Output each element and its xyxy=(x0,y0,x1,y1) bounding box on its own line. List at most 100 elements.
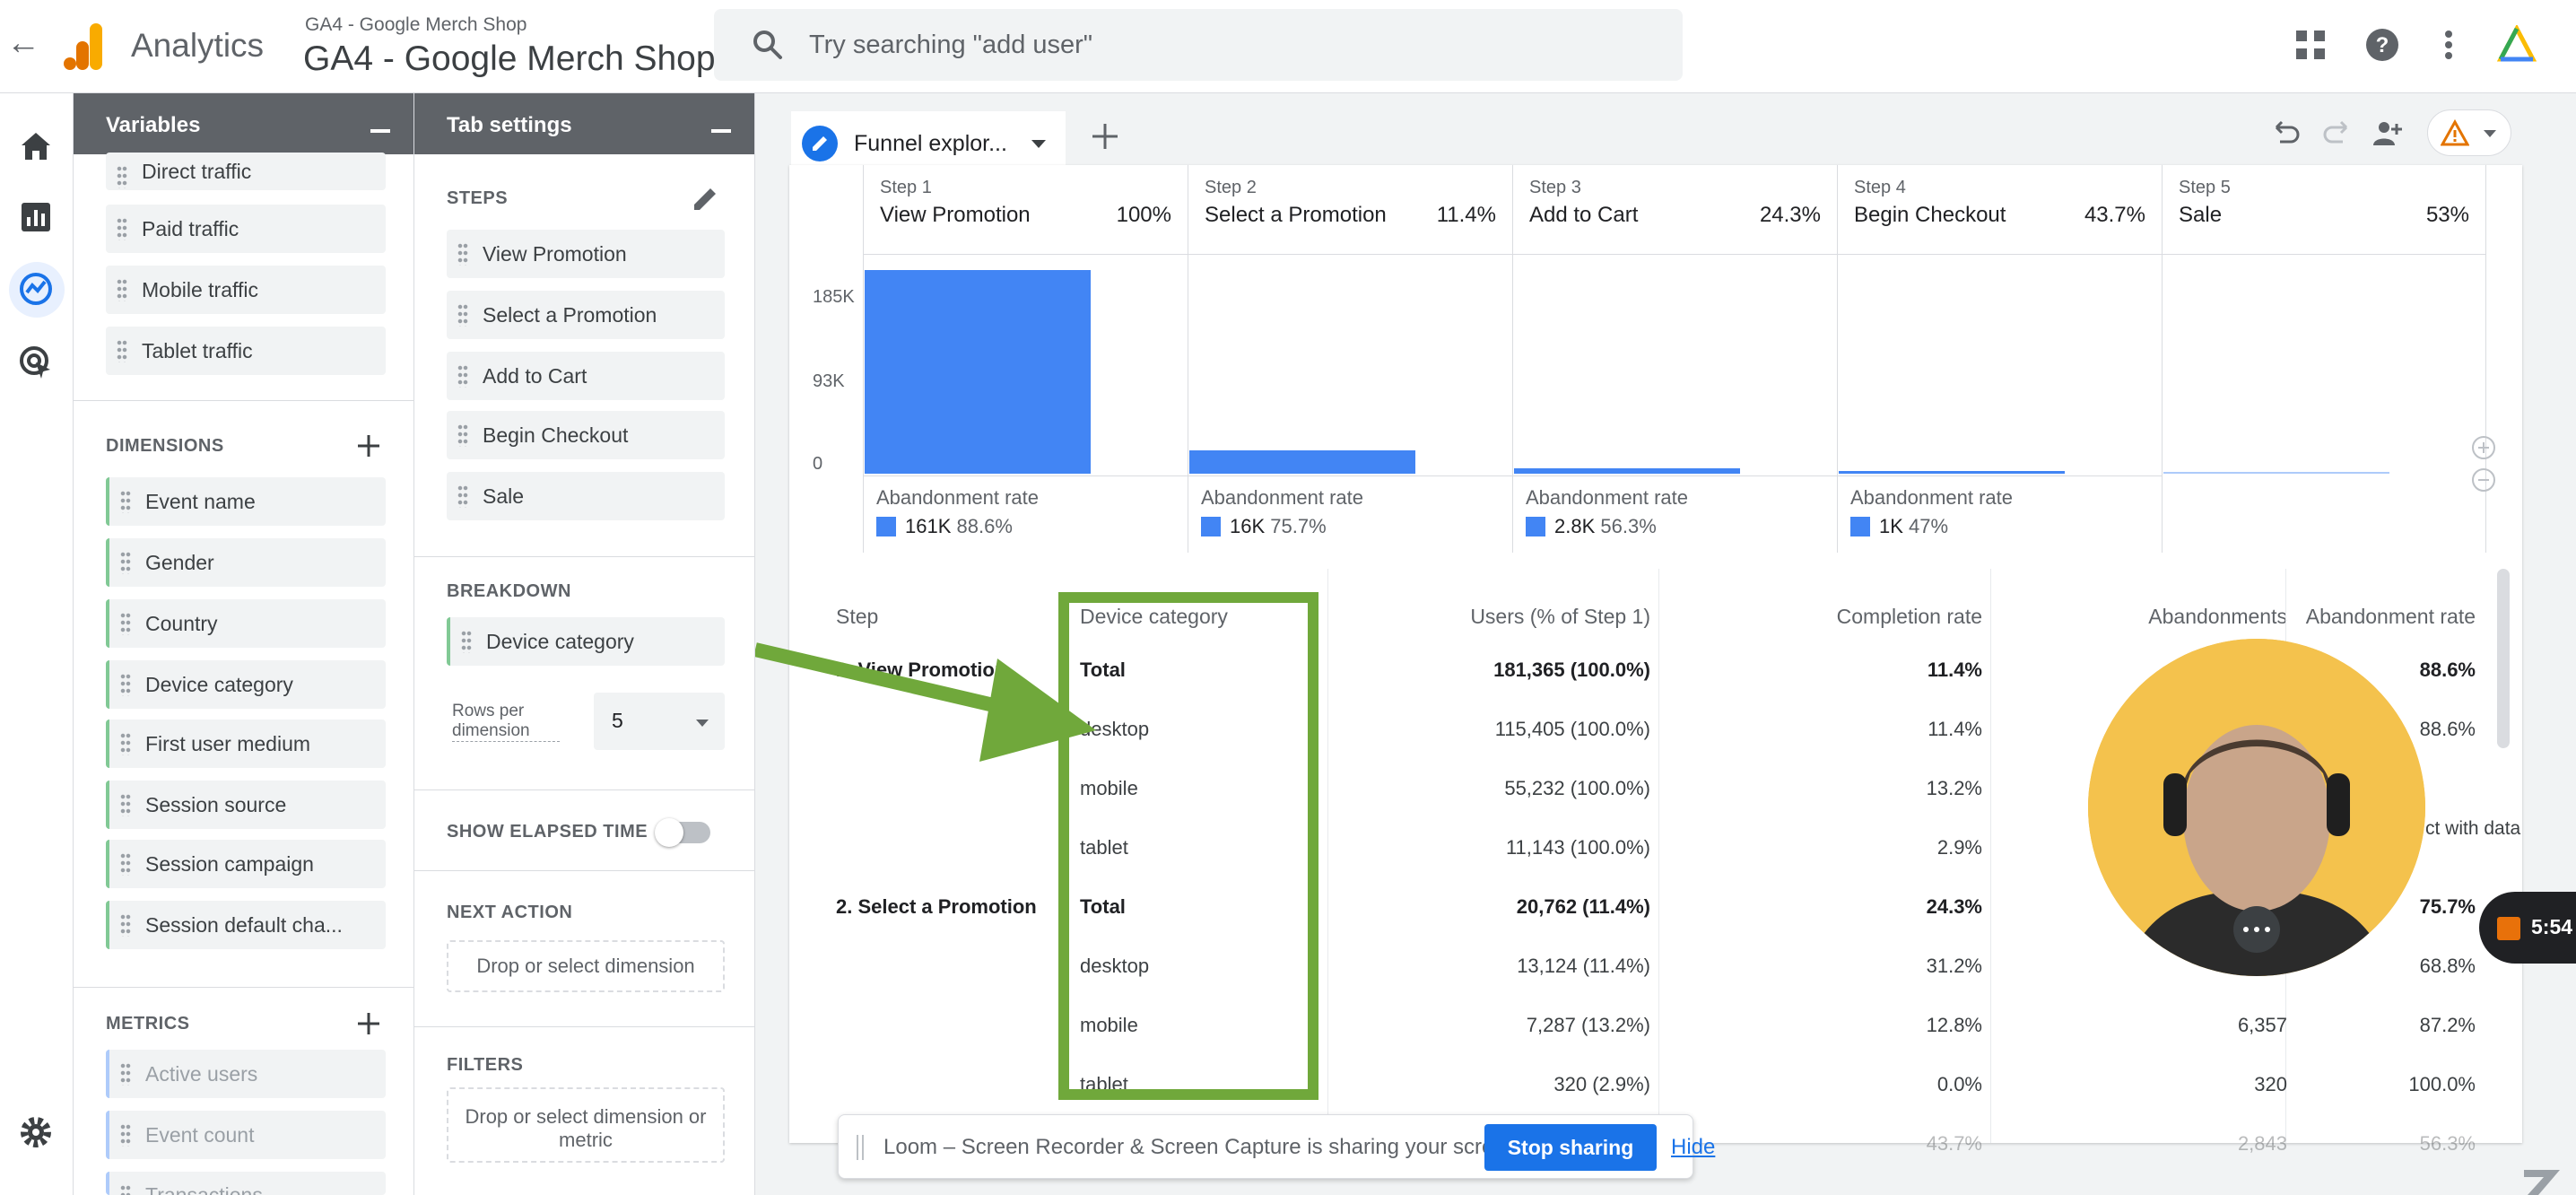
dimension-chip[interactable]: Session campaign xyxy=(106,840,386,888)
drag-handle-icon[interactable] xyxy=(457,484,468,508)
collapse-variables-icon[interactable] xyxy=(370,129,390,133)
drag-handle-icon[interactable] xyxy=(120,732,131,755)
abandonment-value[interactable]: 2.8K 56.3% xyxy=(1526,515,1657,538)
zoom-out-icon[interactable] xyxy=(2470,467,2497,493)
zoom-in-icon[interactable] xyxy=(2470,434,2497,461)
abandonment-value[interactable]: 16K 75.7% xyxy=(1201,515,1327,538)
next-action-dropzone[interactable]: Drop or select dimension xyxy=(447,940,725,992)
drag-handle-icon[interactable] xyxy=(120,1062,131,1086)
search-input[interactable] xyxy=(809,9,1616,81)
edit-tab-icon[interactable] xyxy=(802,126,838,161)
add-dimension-icon[interactable] xyxy=(355,432,382,459)
segment-chip[interactable]: Tablet traffic xyxy=(106,327,386,375)
table-scrollbar[interactable] xyxy=(2497,569,2510,748)
step-chip[interactable]: Add to Cart xyxy=(447,352,725,400)
dimension-chip[interactable]: First user medium xyxy=(106,720,386,768)
funnel-step-2[interactable]: Step 2 Select a Promotion 11.4% Abandonment… xyxy=(1188,165,1512,553)
drag-handle-icon[interactable] xyxy=(457,303,468,327)
funnel-step-5[interactable]: Step 5 Sale 53% xyxy=(2162,165,2486,553)
property-name[interactable]: GA4 - Google Merch Shop xyxy=(303,39,716,79)
funnel-bar[interactable] xyxy=(1514,468,1740,474)
hide-link[interactable]: Hide xyxy=(1671,1135,1715,1160)
recording-timer[interactable]: 5:54 xyxy=(2479,892,2576,964)
abandonment-value[interactable]: 161K 88.6% xyxy=(876,515,1013,538)
dimension-chip[interactable]: Country xyxy=(106,599,386,648)
funnel-bar[interactable] xyxy=(1839,471,2065,474)
rows-per-dimension-select[interactable]: 5 xyxy=(594,693,725,750)
step-chip[interactable]: View Promotion xyxy=(447,230,725,278)
segment-chip[interactable]: Paid traffic xyxy=(106,205,386,253)
drag-handle-icon[interactable] xyxy=(857,1135,864,1160)
step-chip[interactable]: Begin Checkout xyxy=(447,411,725,459)
column-header-completion-rate[interactable]: Completion rate xyxy=(1695,605,1982,629)
metric-chip[interactable]: Event count xyxy=(106,1111,386,1159)
more-vert-icon[interactable] xyxy=(2429,25,2468,65)
drag-handle-icon[interactable] xyxy=(117,278,127,301)
column-header-abandonment-rate[interactable]: Abandonment rate xyxy=(2296,605,2476,629)
account-breadcrumb[interactable]: GA4 - Google Merch Shop xyxy=(305,14,527,36)
segment-chip[interactable]: Mobile traffic xyxy=(106,266,386,314)
dimension-chip[interactable]: Session default cha... xyxy=(106,901,386,949)
column-header-abandonments[interactable]: Abandonments xyxy=(1991,605,2287,629)
edit-pencil-icon[interactable] xyxy=(689,183,721,215)
funnel-step-1[interactable]: Step 1 View Promotion 100% Abandonment rate… xyxy=(863,165,1188,553)
advertising-icon[interactable] xyxy=(16,343,56,382)
collapse-tab-settings-icon[interactable] xyxy=(711,129,731,133)
share-users-icon[interactable] xyxy=(2370,115,2406,151)
drag-handle-icon[interactable] xyxy=(117,165,127,188)
drag-handle-icon[interactable] xyxy=(457,242,468,266)
funnel-bar[interactable] xyxy=(865,270,1091,474)
dimension-chip[interactable]: Gender xyxy=(106,538,386,587)
drag-handle-icon[interactable] xyxy=(120,852,131,876)
dimension-chip[interactable]: Session source xyxy=(106,781,386,829)
drag-handle-icon[interactable] xyxy=(117,339,127,362)
stop-sharing-button[interactable]: Stop sharing xyxy=(1484,1124,1657,1171)
drag-handle-icon[interactable] xyxy=(461,630,472,653)
step-chip[interactable]: Select a Promotion xyxy=(447,291,725,339)
drag-handle-icon[interactable] xyxy=(120,1184,131,1195)
funnel-step-4[interactable]: Step 4 Begin Checkout 43.7% Abandonment rat… xyxy=(1837,165,2162,553)
drag-handle-icon[interactable] xyxy=(117,217,127,240)
funnel-bar[interactable] xyxy=(2163,472,2389,474)
google-ads-icon[interactable] xyxy=(2497,25,2537,65)
drag-handle-icon[interactable] xyxy=(457,364,468,388)
add-metric-icon[interactable] xyxy=(355,1010,382,1037)
help-icon[interactable]: ? xyxy=(2363,25,2402,65)
sampling-warning-button[interactable] xyxy=(2427,109,2511,156)
breakdown-chip[interactable]: Device category xyxy=(447,617,725,666)
drag-handle-icon[interactable] xyxy=(120,612,131,635)
explore-icon[interactable] xyxy=(16,269,56,309)
reports-icon[interactable] xyxy=(16,197,56,237)
funnel-bar[interactable] xyxy=(1189,450,1415,474)
settings-gear-icon[interactable] xyxy=(16,1112,56,1152)
drag-handle-icon[interactable] xyxy=(457,423,468,447)
redo-icon[interactable] xyxy=(2319,115,2355,151)
dimension-chip[interactable]: Event name xyxy=(106,477,386,526)
add-tab-icon[interactable] xyxy=(1087,118,1123,154)
home-icon[interactable] xyxy=(16,126,56,165)
table-row[interactable]: mobile 7,287 (13.2%) 12.8% 6,357 87.2% xyxy=(789,1014,2493,1073)
tab-dropdown-icon[interactable] xyxy=(1031,140,1046,148)
undo-icon[interactable] xyxy=(2267,115,2303,151)
column-header-users[interactable]: Users (% of Step 1) xyxy=(1363,605,1650,629)
stop-record-icon[interactable] xyxy=(2497,917,2520,940)
abandonment-value[interactable]: 1K 47% xyxy=(1850,515,1948,538)
elapsed-time-toggle[interactable] xyxy=(655,818,710,847)
funnel-step-3[interactable]: Step 3 Add to Cart 24.3% Abandonment rate 2.… xyxy=(1512,165,1837,553)
back-arrow-icon[interactable]: ← xyxy=(4,23,43,63)
drag-handle-icon[interactable] xyxy=(120,673,131,696)
step-chip[interactable]: Sale xyxy=(447,472,725,520)
metric-chip[interactable]: Active users xyxy=(106,1050,386,1098)
drag-handle-icon[interactable] xyxy=(120,793,131,816)
segment-chip[interactable]: Direct traffic xyxy=(106,153,386,190)
apps-grid-icon[interactable] xyxy=(2291,25,2330,65)
drag-handle-icon[interactable] xyxy=(120,913,131,937)
drag-handle-icon[interactable] xyxy=(120,490,131,513)
search-box[interactable] xyxy=(714,9,1683,81)
drag-handle-icon[interactable] xyxy=(120,551,131,574)
metric-chip[interactable]: Transactions xyxy=(106,1172,386,1195)
webcam-bubble[interactable] xyxy=(2088,639,2425,976)
filters-dropzone[interactable]: Drop or select dimension or metric xyxy=(447,1087,725,1163)
drag-handle-icon[interactable] xyxy=(120,1123,131,1147)
dimension-chip[interactable]: Device category xyxy=(106,660,386,709)
